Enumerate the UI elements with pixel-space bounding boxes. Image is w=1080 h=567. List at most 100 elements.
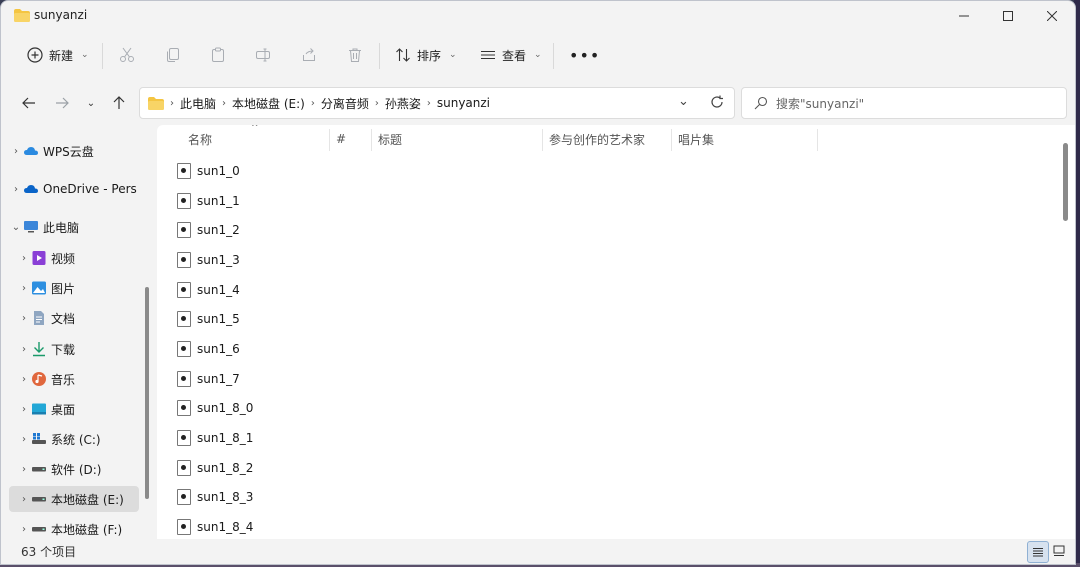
table-row[interactable]: sun1_4 (177, 276, 240, 304)
sidebar-item-drive-d[interactable]: › 软件 (D:) (17, 456, 147, 482)
sidebar-item-label: 系统 (C:) (51, 432, 101, 447)
table-row[interactable]: sun1_2 (177, 216, 240, 244)
sidebar-item-label: 文档 (51, 311, 76, 326)
copy-icon (167, 48, 179, 62)
details-view-button[interactable] (1027, 541, 1049, 563)
picture-icon (32, 281, 46, 295)
table-row[interactable]: sun1_8_0 (177, 394, 253, 422)
table-row[interactable]: sun1_3 (177, 246, 240, 274)
sidebar-item-drive-e[interactable]: › 本地磁盘 (E:) (9, 486, 139, 512)
music-icon (32, 372, 46, 386)
column-header-artists[interactable]: 参与创作的艺术家 (549, 125, 669, 153)
breadcrumb-this-pc[interactable]: 此电脑 (180, 95, 216, 112)
column-header-name[interactable]: 名称 (188, 125, 328, 153)
breadcrumb-current[interactable]: sunyanzi (437, 96, 490, 110)
cut-button[interactable] (119, 40, 135, 70)
folder-icon (14, 9, 30, 22)
maximize-button[interactable] (985, 1, 1031, 31)
audio-file-icon (177, 222, 191, 238)
address-history-dropdown[interactable]: ⌄ (678, 94, 689, 109)
minimize-button[interactable] (941, 1, 987, 31)
chevron-right-icon: › (14, 183, 18, 195)
sidebar-item-label: 下载 (51, 342, 76, 357)
column-divider[interactable] (329, 129, 330, 151)
column-divider[interactable] (371, 129, 372, 151)
column-header-number[interactable]: # (336, 125, 370, 153)
share-icon (303, 48, 315, 61)
sidebar-item-onedrive[interactable]: › OneDrive - Pers (9, 176, 139, 202)
file-name: sun1_1 (197, 194, 240, 208)
sidebar-item-label: 桌面 (51, 402, 76, 417)
breadcrumb-artist[interactable]: 孙燕姿 (385, 95, 421, 112)
up-button[interactable] (105, 89, 133, 117)
view-button[interactable]: 查看 ⌄ (480, 40, 542, 70)
new-button[interactable]: 新建 ⌄ (27, 40, 89, 70)
table-row[interactable]: sun1_7 (177, 365, 240, 393)
sidebar-item-pictures[interactable]: › 图片 (17, 275, 147, 301)
tiles-view-button[interactable] (1049, 541, 1069, 561)
file-name: sun1_6 (197, 342, 240, 356)
sidebar-item-label: 图片 (51, 281, 76, 296)
recent-locations-button[interactable]: ⌄ (77, 89, 105, 117)
close-icon (1047, 11, 1057, 21)
sidebar-item-music[interactable]: › 音乐 (17, 366, 147, 392)
chevron-right-icon: › (22, 463, 26, 475)
share-button[interactable] (301, 40, 317, 70)
view-label: 查看 (502, 48, 527, 63)
audio-file-icon (177, 430, 191, 446)
sidebar-item-drive-f[interactable]: › 本地磁盘 (F:) (17, 516, 147, 539)
column-divider[interactable] (542, 129, 543, 151)
delete-button[interactable] (347, 40, 363, 70)
breadcrumb-separated-audio[interactable]: 分离音频 (321, 95, 369, 112)
sidebar-item-this-pc[interactable]: ⌄ 此电脑 (9, 214, 139, 240)
refresh-icon[interactable] (710, 95, 724, 109)
folder-icon (148, 96, 164, 110)
table-row[interactable]: sun1_1 (177, 187, 240, 215)
sidebar-item-label: WPS云盘 (43, 144, 94, 159)
close-button[interactable] (1029, 1, 1075, 31)
download-icon (33, 342, 45, 357)
arrow-right-icon (56, 97, 69, 109)
title-bar[interactable]: sunyanzi (1, 1, 1075, 31)
table-row[interactable]: sun1_8_1 (177, 424, 253, 452)
table-row[interactable]: sun1_8_4 (177, 513, 253, 539)
column-header-title[interactable]: 标题 (378, 125, 538, 153)
sidebar-scrollbar[interactable] (145, 287, 149, 499)
chevron-down-icon: ⌄ (449, 50, 457, 60)
file-name: sun1_8_0 (197, 401, 254, 415)
rename-button[interactable] (255, 40, 271, 70)
column-header-album[interactable]: 唱片集 (678, 125, 808, 153)
sidebar-item-videos[interactable]: › 视频 (17, 245, 147, 271)
breadcrumb-drive-e[interactable]: 本地磁盘 (E:) (232, 95, 305, 112)
address-bar[interactable]: › 此电脑 › 本地磁盘 (E:) › 分离音频 › 孙燕姿 › sunyanz… (139, 87, 735, 119)
sidebar-item-downloads[interactable]: › 下载 (17, 336, 147, 362)
column-divider[interactable] (817, 129, 818, 151)
file-name: sun1_8_3 (197, 490, 254, 504)
more-options-button[interactable]: ••• (569, 40, 600, 70)
file-list-scrollbar[interactable] (1063, 143, 1068, 221)
sort-button[interactable]: 排序 ⌄ (395, 40, 457, 70)
column-divider[interactable] (671, 129, 672, 151)
audio-file-icon (177, 311, 191, 327)
table-row[interactable]: sun1_0 (177, 157, 240, 185)
copy-button[interactable] (165, 40, 181, 70)
sidebar-item-wps-cloud[interactable]: › WPS云盘 (9, 138, 139, 164)
scissors-icon (120, 47, 134, 62)
paste-button[interactable] (210, 40, 226, 70)
chevron-right-icon: › (22, 373, 26, 385)
search-icon (754, 96, 768, 110)
back-button[interactable] (15, 89, 43, 117)
table-row[interactable]: sun1_5 (177, 305, 240, 333)
file-name: sun1_7 (197, 372, 240, 386)
sidebar-item-desktop[interactable]: › 桌面 (17, 396, 147, 422)
table-row[interactable]: sun1_6 (177, 335, 240, 363)
chevron-right-icon: › (22, 312, 26, 324)
table-row[interactable]: sun1_8_3 (177, 483, 253, 511)
audio-file-icon (177, 519, 191, 535)
sidebar-item-drive-c[interactable]: › 系统 (C:) (17, 426, 147, 452)
sidebar-item-documents[interactable]: › 文档 (17, 305, 147, 331)
table-row[interactable]: sun1_8_2 (177, 454, 253, 482)
forward-button[interactable] (48, 89, 76, 117)
search-box[interactable]: 搜索"sunyanzi" (741, 87, 1067, 119)
ellipsis-icon: ••• (569, 45, 601, 65)
